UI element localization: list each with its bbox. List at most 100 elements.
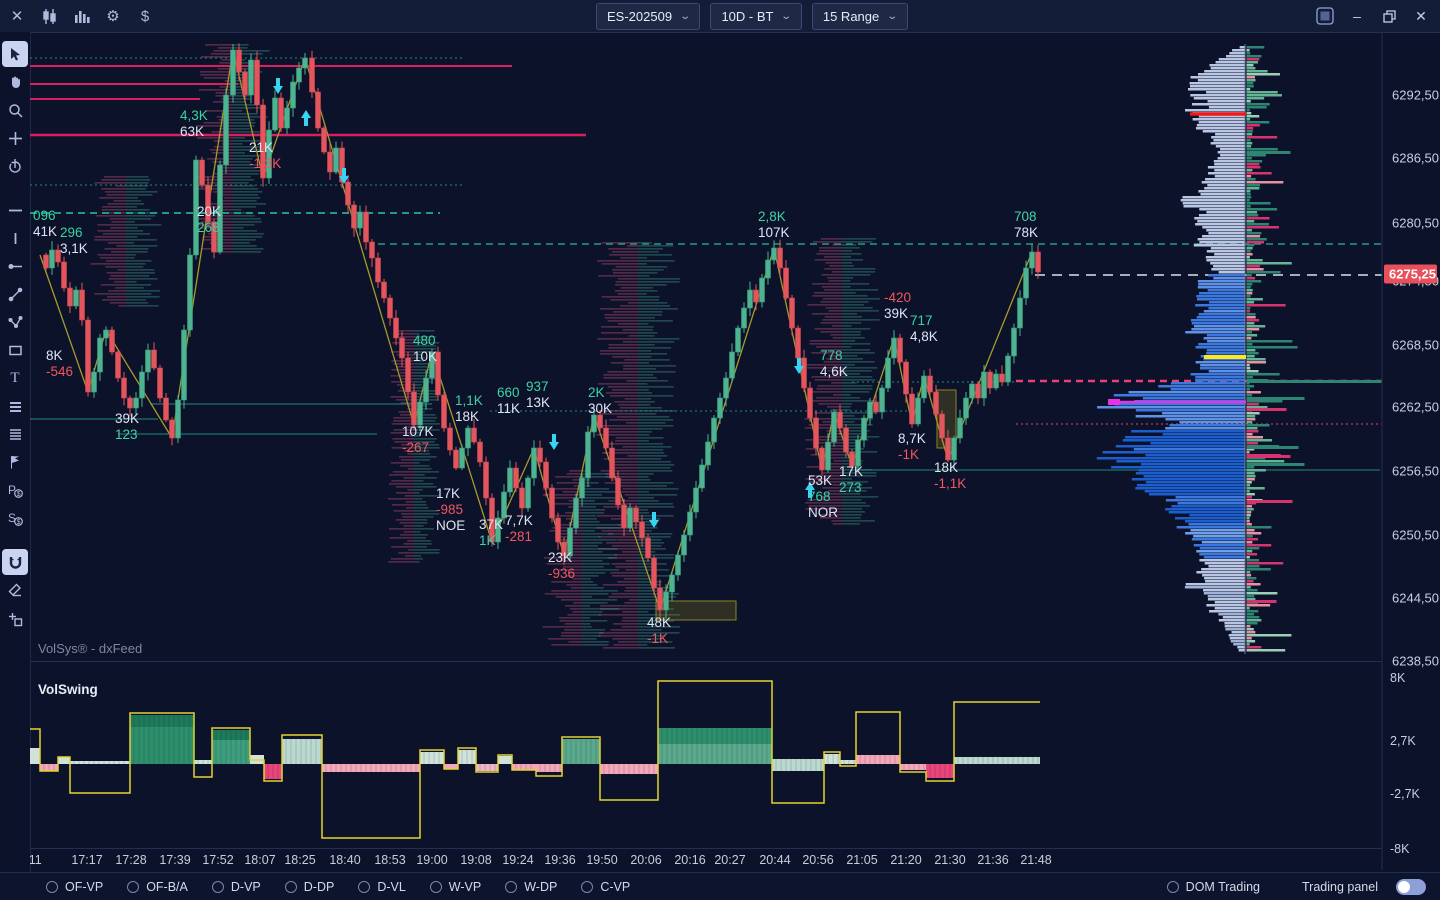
svg-text:17:39: 17:39 (159, 853, 190, 867)
svg-text:-1,3K: -1,3K (249, 156, 281, 171)
svg-text:18:07: 18:07 (244, 853, 275, 867)
price-axis[interactable]: 6292,506286,506280,506274,506268,506262,… (1384, 88, 1439, 669)
dom-trading-label: DOM Trading (1186, 880, 1260, 894)
option-c-vp[interactable]: C-VP (581, 880, 630, 894)
lines-four-tool-icon[interactable] (2, 421, 28, 447)
svg-text:63K: 63K (180, 124, 204, 139)
svg-text:-936: -936 (548, 566, 575, 581)
zoom-tool-icon[interactable] (2, 97, 28, 123)
radio-icon[interactable] (127, 881, 139, 893)
radio-icon[interactable] (581, 881, 593, 893)
svg-text:18:25: 18:25 (284, 853, 315, 867)
option-label: W-VP (449, 880, 481, 894)
svg-text:107K: 107K (402, 424, 434, 439)
svg-text:37K: 37K (479, 517, 503, 532)
svg-text:21:20: 21:20 (890, 853, 921, 867)
radio-icon[interactable] (505, 881, 517, 893)
svg-text:13K: 13K (526, 395, 550, 410)
svg-text:19:50: 19:50 (586, 853, 617, 867)
svg-text:21:36: 21:36 (977, 853, 1008, 867)
svg-text:-420: -420 (884, 290, 911, 305)
option-d-vp[interactable]: D-VP (212, 880, 261, 894)
highlight-boxes[interactable] (656, 390, 956, 620)
trading-panel-toggle[interactable] (1396, 879, 1426, 895)
svg-text:20K: 20K (197, 204, 221, 219)
svg-text:10K: 10K (413, 349, 437, 364)
svg-text:11K: 11K (497, 401, 520, 416)
svg-text:6256,50: 6256,50 (1392, 464, 1439, 479)
radio-icon[interactable] (285, 881, 297, 893)
svg-text:2,7K: 2,7K (1390, 734, 1416, 748)
radio-icon[interactable] (1167, 881, 1179, 893)
settings-gear-icon[interactable]: ⚙ (98, 1, 128, 31)
dom-trading-option[interactable]: DOM Trading (1167, 880, 1260, 894)
svg-text:6262,50: 6262,50 (1392, 400, 1439, 415)
text-tool-icon[interactable]: T (2, 365, 28, 391)
main-chart[interactable]: 09641K2963,1K8K-54639K1234,3K63K20K26821… (30, 32, 1440, 872)
svg-text:6268,50: 6268,50 (1392, 338, 1439, 353)
brush-flag-tool-icon[interactable] (2, 449, 28, 475)
option-w-dp[interactable]: W-DP (505, 880, 557, 894)
horizontal-line-tool-icon[interactable] (2, 197, 28, 223)
option-label: D-DP (304, 880, 335, 894)
layout-grid-icon[interactable] (1312, 3, 1338, 29)
period-dropdown[interactable]: 10D - BT ⌄ (710, 3, 801, 30)
option-of-b-a[interactable]: OF-B/A (127, 880, 188, 894)
magnet-tool-icon[interactable] (2, 549, 28, 575)
svg-text:19:24: 19:24 (502, 853, 533, 867)
radio-icon[interactable] (46, 881, 58, 893)
position-profit-tool-icon[interactable]: P$ (2, 477, 28, 503)
rectangle-tool-icon[interactable] (2, 337, 28, 363)
svg-text:4,3K: 4,3K (180, 108, 208, 123)
lines-three-tool-icon[interactable] (2, 393, 28, 419)
minimize-icon[interactable]: – (1344, 3, 1370, 29)
cursor-tool-icon[interactable] (2, 41, 28, 67)
close-chart-icon[interactable]: ✕ (2, 1, 32, 31)
eraser-tool-icon[interactable] (2, 577, 28, 603)
option-w-vp[interactable]: W-VP (430, 880, 481, 894)
svg-text:17:28: 17:28 (115, 853, 146, 867)
option-d-dp[interactable]: D-DP (285, 880, 335, 894)
candlestick-chart-icon[interactable] (34, 1, 64, 31)
svg-text:096: 096 (33, 208, 56, 223)
svg-text:18K: 18K (455, 409, 479, 424)
rotate-tool-icon[interactable] (2, 153, 28, 179)
polyline-tool-icon[interactable] (2, 309, 28, 335)
radio-icon[interactable] (430, 881, 442, 893)
option-of-vp[interactable]: OF-VP (46, 880, 103, 894)
svg-text:18:53: 18:53 (374, 853, 405, 867)
dollar-icon[interactable]: $ (130, 1, 160, 31)
svg-text:768: 768 (808, 489, 831, 504)
add-box-tool-icon[interactable] (2, 606, 28, 632)
volswing-panel[interactable]: VolSwing8K2,7K-2,7K-8K (30, 671, 1421, 856)
svg-text:6280,50: 6280,50 (1392, 216, 1439, 231)
hand-tool-icon[interactable] (2, 69, 28, 95)
svg-text:296: 296 (60, 225, 83, 240)
svg-text:20:56: 20:56 (802, 853, 833, 867)
close-window-icon[interactable]: ✕ (1408, 3, 1434, 29)
trendline-tool-icon[interactable] (2, 281, 28, 307)
svg-text:273: 273 (839, 480, 862, 495)
svg-text:23K: 23K (548, 550, 572, 565)
range-dropdown[interactable]: 15 Range ⌄ (812, 3, 908, 30)
vertical-line-tool-icon[interactable] (2, 225, 28, 251)
svg-text:8K: 8K (46, 348, 63, 363)
symbol-dropdown[interactable]: ES-202509 ⌄ (596, 3, 700, 30)
ray-tool-icon[interactable] (2, 253, 28, 279)
radio-icon[interactable] (358, 881, 370, 893)
svg-text:778: 778 (820, 348, 843, 363)
svg-text:6286,50: 6286,50 (1392, 151, 1439, 166)
svg-text:-8K: -8K (1390, 842, 1410, 856)
profile-options-group: OF-VP OF-B/A D-VP D-DP D-VL W-VP W-DP C-VP (46, 880, 654, 894)
column-chart-icon[interactable] (66, 1, 96, 31)
position-stop-tool-icon[interactable]: S$ (2, 505, 28, 531)
restore-icon[interactable] (1376, 3, 1402, 29)
crosshair-plus-tool-icon[interactable] (2, 125, 28, 151)
svg-text:78K: 78K (1014, 225, 1038, 240)
svg-text:20:16: 20:16 (674, 853, 705, 867)
time-axis[interactable]: 7:1117:1717:2817:3917:5218:0718:2518:401… (30, 853, 1052, 867)
option-d-vl[interactable]: D-VL (358, 880, 405, 894)
option-label: OF-VP (65, 880, 103, 894)
radio-icon[interactable] (212, 881, 224, 893)
svg-text:39K: 39K (884, 306, 908, 321)
